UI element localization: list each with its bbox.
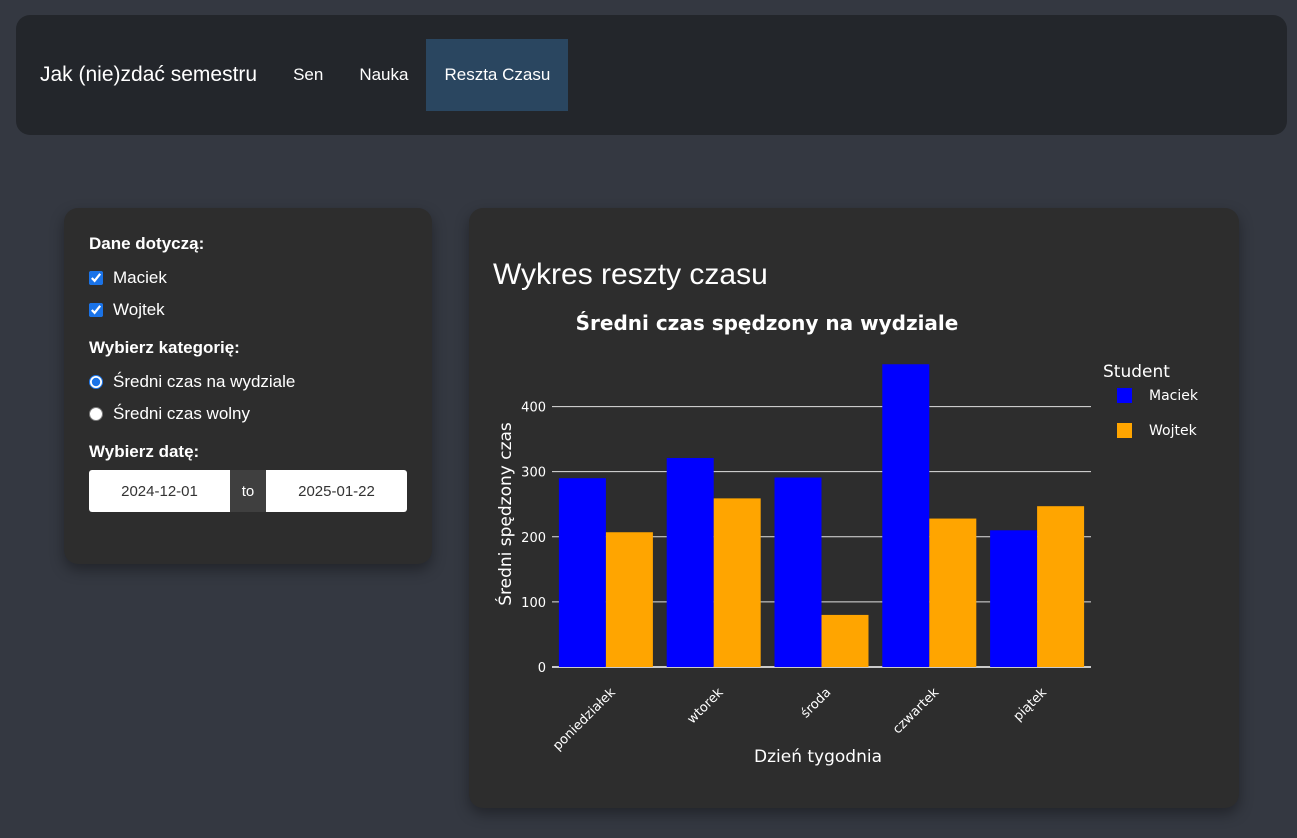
y-tick-label: 0 (538, 661, 546, 676)
brand-title[interactable]: Jak (nie)zdać semestru (40, 39, 257, 111)
students-label: Dane dotyczą: (89, 234, 205, 253)
bar-wojtek (605, 532, 653, 667)
legend-label-wojtek: Wojtek (1149, 423, 1198, 439)
faculty-time-label: Średni czas na wydziale (113, 372, 296, 391)
category-option-free[interactable]: Średni czas wolny (89, 398, 407, 430)
x-tick-label: wtorek (685, 685, 727, 727)
bar-maciek (990, 530, 1038, 667)
end-date-input[interactable] (266, 470, 407, 512)
legend-swatch-wojtek (1117, 423, 1132, 438)
bar-maciek (558, 478, 606, 667)
wojtek-label: Wojtek (113, 300, 165, 319)
y-axis-title: Średni spędzony czas (494, 422, 516, 606)
nav-link-reszta-czasu[interactable]: Reszta Czasu (426, 39, 569, 111)
chart-title: Średni czas spędzony na wydziale (576, 311, 959, 335)
category-label: Wybierz kategorię: (89, 338, 240, 357)
legend-swatch-maciek (1117, 388, 1132, 403)
x-tick-label: środa (798, 685, 834, 721)
date-separator: to (230, 470, 266, 512)
x-axis-title: Dzień tygodnia (754, 747, 882, 767)
filter-panel: Dane dotyczą: Maciek Wojtek Wybierz kate… (64, 208, 432, 564)
start-date-input[interactable] (89, 470, 230, 512)
y-tick-label: 200 (521, 531, 546, 546)
student-option-wojtek[interactable]: Wojtek (89, 294, 407, 326)
x-tick-label: czwartek (890, 685, 942, 737)
bar-wojtek (821, 614, 869, 667)
bar-chart: 0 100 200 300 400 poniedziałek wtorek środa czwa… (494, 311, 1199, 767)
bar-maciek (774, 477, 822, 667)
navbar: Jak (nie)zdać semestru Sen Nauka Reszta … (16, 15, 1287, 135)
bar-maciek (882, 364, 930, 667)
student-option-maciek[interactable]: Maciek (89, 262, 407, 294)
x-tick-label: poniedziałek (550, 685, 619, 754)
bar-maciek (666, 458, 714, 667)
legend-title: Student (1103, 362, 1170, 382)
date-label: Wybierz datę: (89, 442, 200, 461)
legend-label-maciek: Maciek (1149, 388, 1199, 404)
y-tick-label: 400 (521, 401, 546, 416)
bar-wojtek (713, 498, 761, 667)
bar-wojtek (1037, 506, 1085, 667)
wojtek-checkbox[interactable] (89, 303, 103, 317)
nav-link-nauka[interactable]: Nauka (341, 39, 426, 111)
maciek-label: Maciek (113, 268, 167, 287)
category-option-faculty[interactable]: Średni czas na wydziale (89, 366, 407, 398)
free-time-label: Średni czas wolny (113, 404, 251, 423)
nav-link-sen[interactable]: Sen (275, 39, 341, 111)
bar-wojtek (929, 518, 977, 667)
date-range-picker: to (89, 470, 407, 512)
faculty-time-radio[interactable] (89, 375, 103, 389)
chart-card: Wykres reszty czasu 0 100 200 300 400 poniedz… (469, 208, 1239, 808)
y-tick-label: 300 (521, 466, 546, 481)
free-time-radio[interactable] (89, 407, 103, 421)
maciek-checkbox[interactable] (89, 271, 103, 285)
x-tick-label: piątek (1011, 685, 1051, 725)
y-tick-label: 100 (521, 596, 546, 611)
